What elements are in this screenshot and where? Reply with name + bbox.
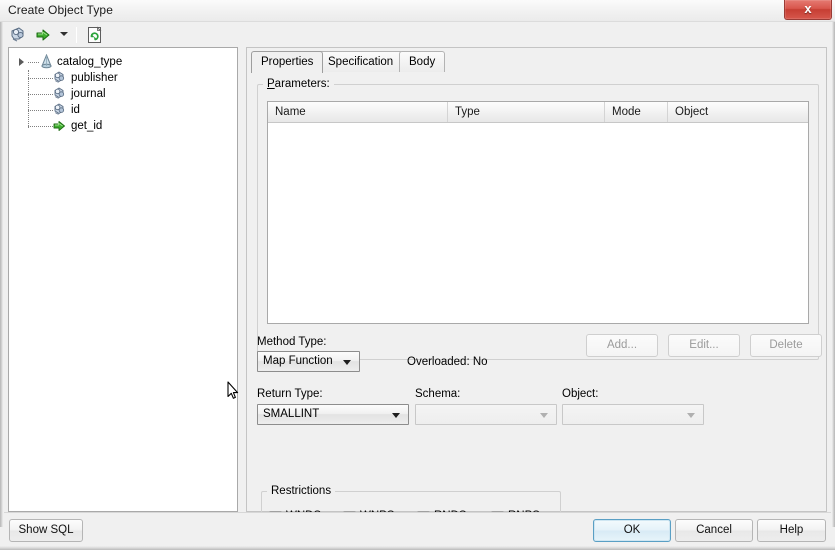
close-button[interactable]: x — [784, 0, 832, 20]
object-select[interactable] — [562, 404, 704, 425]
chevron-down-icon — [540, 413, 548, 418]
button-label: Show SQL — [18, 524, 74, 536]
chevron-down-icon — [392, 413, 400, 418]
column-header-type[interactable]: Type — [448, 102, 605, 122]
add-method-icon[interactable] — [34, 25, 56, 45]
tree-item-label: id — [71, 104, 80, 116]
title-bar: Create Object Type x — [0, 0, 835, 22]
dialog-footer: Show SQL OK Cancel Help — [4, 512, 831, 546]
column-header-object[interactable]: Object — [668, 102, 808, 122]
window-bottom-border — [0, 546, 835, 550]
parameters-legend-mnemonic: P — [267, 78, 275, 90]
delete-parameter-button[interactable]: Delete — [750, 334, 822, 357]
tree-item-publisher[interactable]: publisher — [9, 70, 237, 86]
button-label: OK — [623, 524, 641, 536]
method-type-value: Map Function — [263, 355, 333, 367]
create-object-type-dialog: Create Object Type x catalog_type publis… — [0, 0, 835, 550]
object-label: Object: — [562, 388, 599, 400]
tree-guide-line — [28, 110, 53, 111]
method-dropdown-arrow[interactable] — [60, 32, 68, 36]
column-header-label: Mode — [612, 106, 641, 118]
edit-parameter-button[interactable]: Edit... — [668, 334, 740, 357]
show-sql-button[interactable]: Show SQL — [9, 519, 83, 542]
tree-guide-line — [28, 62, 39, 63]
tree-item-label: journal — [71, 88, 106, 100]
column-header-mode[interactable]: Mode — [605, 102, 668, 122]
tree-item-catalog-type[interactable]: catalog_type — [9, 53, 237, 70]
tab-label: Properties — [261, 56, 314, 68]
column-header-label: Object — [675, 106, 709, 118]
schema-label: Schema: — [415, 388, 461, 400]
toolbar-separator — [76, 27, 77, 43]
button-label: Help — [779, 524, 804, 536]
add-parameter-button[interactable]: Add... — [586, 334, 658, 357]
tree-item-get-id[interactable]: get_id — [9, 118, 237, 134]
method-icon — [53, 119, 68, 138]
column-header-label: Name — [275, 106, 306, 118]
chevron-down-icon — [343, 360, 351, 365]
method-type-label: Method Type: — [257, 336, 327, 348]
tree-guide-line — [28, 94, 53, 95]
tree-item-label: catalog_type — [57, 56, 123, 68]
cancel-button[interactable]: Cancel — [675, 519, 753, 542]
tree-guide-line — [28, 126, 53, 127]
add-attribute-icon[interactable] — [8, 25, 30, 45]
tab-label: Body — [409, 56, 436, 68]
tree-item-id[interactable]: id — [9, 102, 237, 118]
properties-panel: Properties Specification Body Parameters… — [246, 47, 827, 538]
object-tree-panel[interactable]: catalog_type publisher journal id get_id — [8, 47, 238, 512]
tree-item-label: get_id — [71, 120, 103, 132]
help-button[interactable]: Help — [757, 519, 826, 542]
refresh-icon[interactable] — [84, 25, 106, 45]
close-icon: x — [804, 1, 812, 16]
column-header-name[interactable]: Name — [268, 102, 448, 122]
parameters-legend-rest: arameters: — [274, 78, 330, 90]
tab-specification[interactable]: Specification — [318, 51, 404, 72]
ok-button[interactable]: OK — [593, 519, 671, 542]
return-type-select[interactable]: SMALLINT — [257, 404, 409, 425]
tree-item-label: publisher — [71, 72, 118, 84]
toolbar — [4, 23, 831, 47]
column-header-label: Type — [455, 106, 480, 118]
schema-select[interactable] — [415, 404, 557, 425]
return-type-label: Return Type: — [257, 388, 323, 400]
restrictions-legend: Restrictions — [267, 485, 336, 497]
window-left-border — [0, 22, 3, 527]
tree-expander-icon[interactable] — [19, 58, 24, 66]
tree-item-journal[interactable]: journal — [9, 86, 237, 102]
parameters-table-body[interactable] — [268, 123, 808, 323]
parameters-legend: Parameters: — [263, 78, 334, 90]
method-type-select[interactable]: Map Function — [257, 351, 360, 372]
button-label: Delete — [769, 339, 803, 351]
parameters-table-header: Name Type Mode Object — [268, 102, 808, 123]
button-label: Cancel — [696, 524, 732, 536]
tab-strip: Properties Specification Body — [251, 51, 823, 73]
button-label: Add... — [606, 339, 638, 351]
chevron-down-icon — [687, 413, 695, 418]
parameters-table[interactable]: Name Type Mode Object — [267, 101, 809, 324]
window-title: Create Object Type — [8, 3, 113, 17]
button-label: Edit... — [689, 339, 719, 351]
tab-label: Specification — [328, 56, 394, 68]
overloaded-status: Overloaded: No — [407, 356, 488, 368]
tab-properties[interactable]: Properties — [251, 51, 324, 73]
dialog-content: catalog_type publisher journal id get_id… — [4, 47, 831, 538]
tree-guide-line — [28, 78, 53, 79]
return-type-value: SMALLINT — [263, 408, 320, 420]
tab-body[interactable]: Body — [399, 51, 446, 72]
